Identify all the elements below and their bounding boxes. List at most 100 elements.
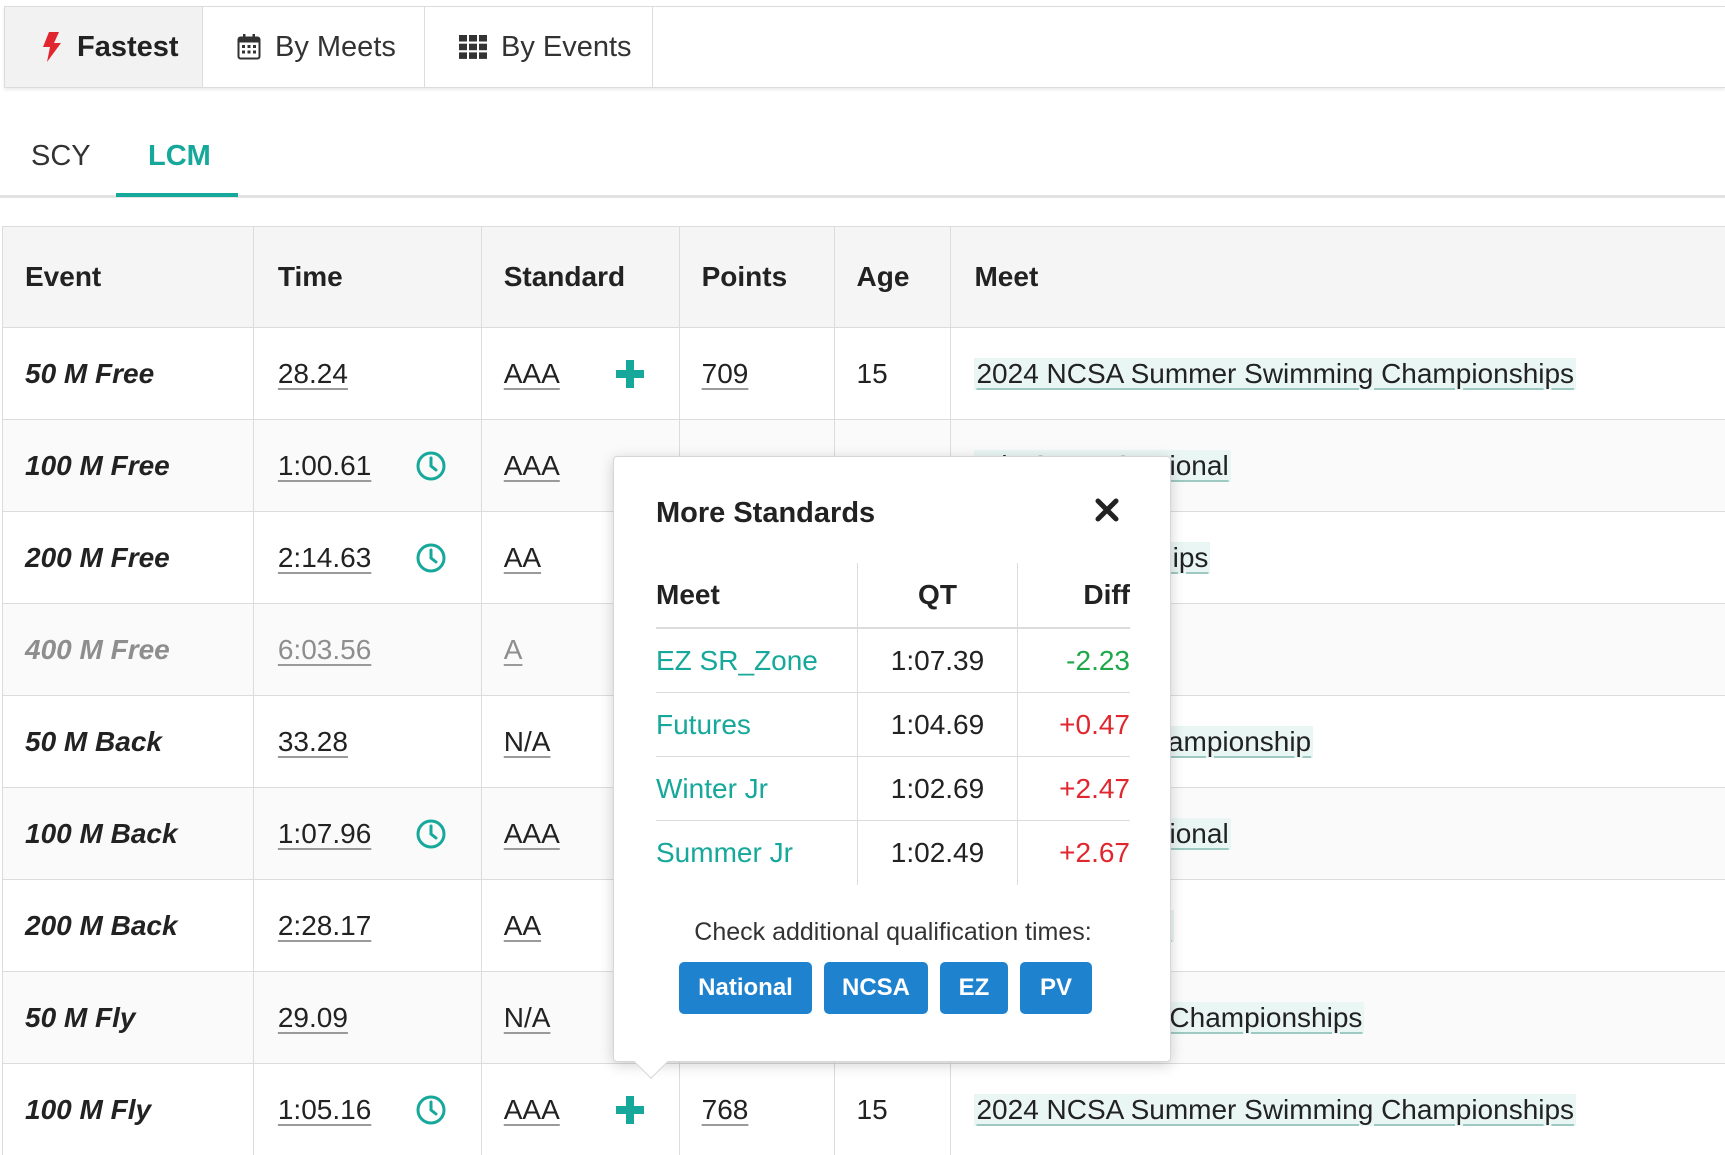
time-link[interactable]: 29.09: [278, 1002, 348, 1034]
clock-icon[interactable]: [415, 1094, 447, 1126]
ez-button[interactable]: EZ: [940, 962, 1008, 1014]
table-header: Event Time Standard Points Age Meet: [3, 227, 1725, 328]
header-points[interactable]: Points: [680, 227, 835, 327]
diff-value: +2.67: [1059, 837, 1130, 868]
standard-link[interactable]: AA: [504, 910, 541, 942]
standard-meet-link[interactable]: Summer Jr: [656, 837, 793, 869]
meet-cell: 2024 NCSA Summer Swimming Championships: [951, 1064, 1725, 1155]
standard-link[interactable]: AAA: [504, 450, 560, 482]
diff-value: +2.47: [1059, 772, 1130, 804]
event-cell: 100 M Fly: [3, 1064, 254, 1155]
standard-cell: AAA: [482, 328, 680, 419]
qualification-buttons: National NCSA EZ PV: [679, 962, 1092, 1014]
table-row: 100 M Fly 1:05.16 AAA 768 15 2024 NCSA Summer…: [3, 1064, 1725, 1155]
meet-link[interactable]: 2024 NCSA Summer Swimming Championships: [974, 357, 1577, 390]
time-link[interactable]: 2:28.17: [278, 910, 371, 942]
event-cell: 200 M Back: [3, 880, 254, 971]
header-standard[interactable]: Standard: [482, 227, 680, 327]
header-event[interactable]: Event: [3, 227, 254, 327]
standard-link[interactable]: AA: [504, 542, 541, 574]
standard-link[interactable]: AAA: [504, 1094, 560, 1126]
standard-meet-link[interactable]: EZ SR_Zone: [656, 645, 818, 677]
standard-row: Futures 1:04.69 +0.47: [656, 693, 1130, 757]
standard-link[interactable]: N/A: [504, 726, 551, 758]
event-cell: 50 M Fly: [3, 972, 254, 1063]
clock-icon[interactable]: [415, 542, 447, 574]
plus-icon[interactable]: [615, 359, 645, 389]
check-additional-text: Check additional qualification times:: [694, 918, 1092, 946]
event-name: 200 M Back: [25, 909, 178, 941]
time-cell: 6:03.56: [254, 604, 482, 695]
header-qt: QT: [858, 563, 1018, 627]
tab-by-meets[interactable]: By Meets: [203, 7, 425, 87]
header-meet[interactable]: Meet: [951, 227, 1725, 327]
standards-table: Meet QT Diff EZ SR_Zone 1:07.39 -2.23 Futur…: [656, 563, 1130, 885]
standard-link[interactable]: AAA: [504, 818, 560, 850]
meet-cell: 2024 NCSA Summer Swimming Championships: [951, 328, 1725, 419]
view-tab-bar: Fastest By Meets By Events: [4, 6, 1725, 88]
event-cell: 50 M Back: [3, 696, 254, 787]
time-link[interactable]: 28.24: [278, 358, 348, 390]
tab-label: Fastest: [77, 30, 179, 63]
time-link[interactable]: 1:07.96: [278, 818, 371, 850]
more-standards-popover: More Standards Meet QT Diff EZ SR_Zone 1:…: [613, 456, 1171, 1079]
grid-icon: [459, 35, 487, 59]
header-age[interactable]: Age: [835, 227, 952, 327]
time-cell: 1:07.96: [254, 788, 482, 879]
points-link[interactable]: 768: [702, 1094, 749, 1126]
tab-fastest[interactable]: Fastest: [5, 7, 203, 87]
plus-icon[interactable]: [615, 1095, 645, 1125]
qt-value: 1:04.69: [858, 693, 1018, 756]
event-cell: 50 M Free: [3, 328, 254, 419]
header-time[interactable]: Time: [254, 227, 482, 327]
points-cell: 709: [680, 328, 835, 419]
standard-row: Summer Jr 1:02.49 +2.67: [656, 821, 1130, 885]
event-name: 100 M Fly: [25, 1093, 152, 1125]
event-name: 400 M Free: [25, 633, 170, 665]
qt-value: 1:02.49: [858, 821, 1018, 885]
standard-link[interactable]: N/A: [504, 1002, 551, 1034]
points-cell: 768: [680, 1064, 835, 1155]
time-cell: 28.24: [254, 328, 482, 419]
time-cell: 33.28: [254, 696, 482, 787]
diff-value: -2.23: [1066, 644, 1130, 676]
clock-icon[interactable]: [415, 818, 447, 850]
time-cell: 2:28.17: [254, 880, 482, 971]
time-cell: 1:00.61: [254, 420, 482, 511]
ncsa-button[interactable]: NCSA: [824, 962, 928, 1014]
bolt-icon: [41, 32, 63, 62]
standard-link[interactable]: AAA: [504, 358, 560, 390]
age-value: 15: [856, 357, 888, 389]
header-meet: Meet: [656, 563, 858, 627]
pv-button[interactable]: PV: [1020, 962, 1092, 1014]
standard-meet-cell: EZ SR_Zone: [656, 629, 858, 692]
course-tab-bar: SCY LCM: [0, 120, 1725, 198]
qt-value: 1:07.39: [858, 629, 1018, 692]
popover-title: More Standards: [656, 497, 876, 529]
time-link[interactable]: 1:05.16: [278, 1094, 371, 1126]
meet-link[interactable]: 2024 NCSA Summer Swimming Championships: [974, 1093, 1577, 1126]
time-link[interactable]: 6:03.56: [278, 634, 371, 666]
standard-meet-link[interactable]: Futures: [656, 709, 751, 741]
time-link[interactable]: 1:00.61: [278, 450, 371, 482]
clock-icon[interactable]: [415, 450, 447, 482]
time-link[interactable]: 33.28: [278, 726, 348, 758]
standard-link[interactable]: A: [504, 634, 523, 666]
points-link[interactable]: 709: [702, 358, 749, 390]
tab-lcm[interactable]: LCM: [148, 140, 211, 173]
header-diff: Diff: [1083, 579, 1130, 610]
event-name: 50 M Back: [25, 725, 162, 757]
qt-value: 1:02.69: [858, 757, 1018, 820]
national-button[interactable]: National: [679, 962, 812, 1014]
standards-header: Meet QT Diff: [656, 563, 1130, 629]
standard-meet-cell: Futures: [656, 693, 858, 756]
event-cell: 400 M Free: [3, 604, 254, 695]
event-cell: 100 M Free: [3, 420, 254, 511]
tab-by-events[interactable]: By Events: [425, 7, 653, 87]
close-icon[interactable]: [1094, 497, 1124, 527]
standard-row: EZ SR_Zone 1:07.39 -2.23: [656, 629, 1130, 693]
standard-meet-link[interactable]: Winter Jr: [656, 773, 768, 805]
tab-label: By Meets: [275, 30, 396, 63]
time-link[interactable]: 2:14.63: [278, 542, 371, 574]
tab-scy[interactable]: SCY: [31, 140, 91, 173]
